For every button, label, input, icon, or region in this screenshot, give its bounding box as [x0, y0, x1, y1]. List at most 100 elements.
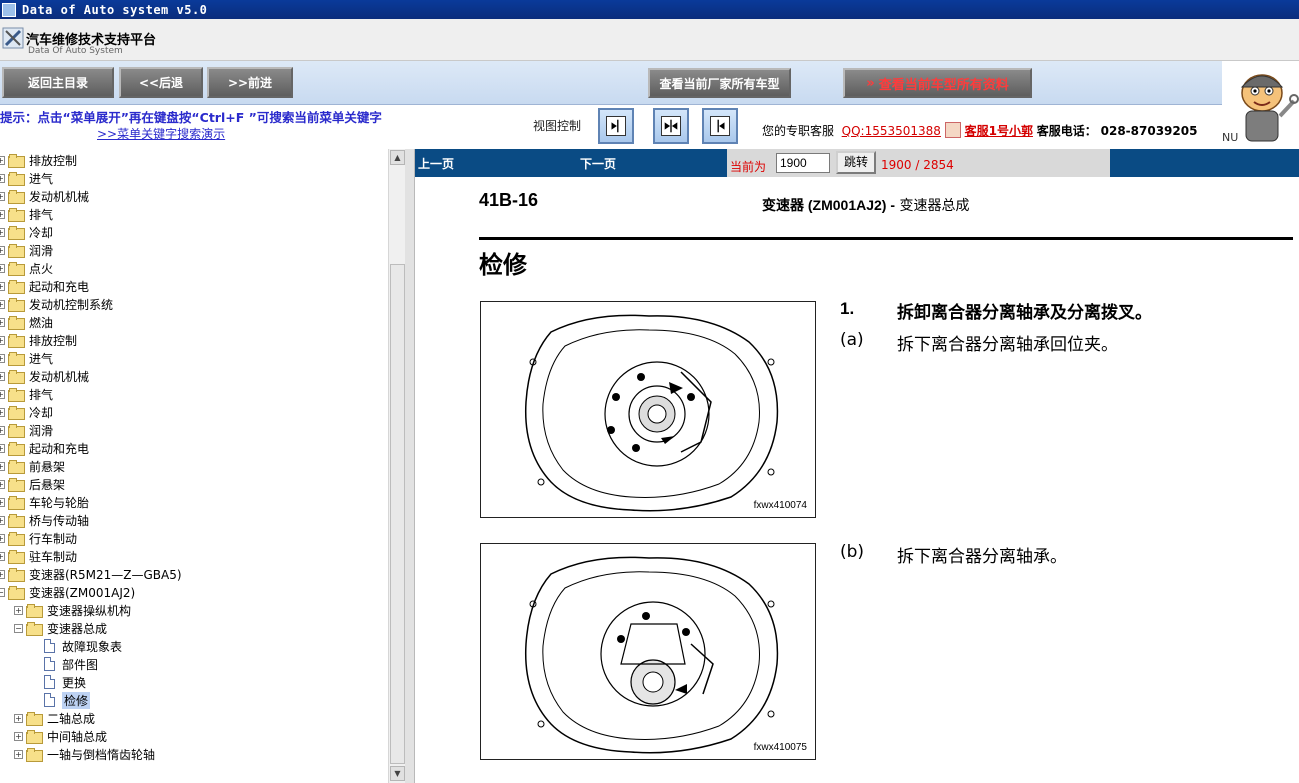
nav-toolbar: 返回主目录 <<后退 >>前进 查看当前厂家所有车型 » 查看当前车型所有资料 — [0, 61, 1222, 105]
expand-icon[interactable]: + — [0, 497, 5, 507]
page-number-input[interactable] — [776, 153, 830, 173]
expand-icon[interactable]: + — [0, 263, 5, 273]
expand-icon[interactable]: + — [0, 173, 5, 183]
qq-link[interactable]: QQ:1553501388 — [842, 124, 941, 138]
view-split-button[interactable] — [653, 108, 689, 144]
collapse-icon[interactable]: − — [0, 587, 5, 597]
tree-folder-item[interactable]: + 排放控制 — [0, 151, 77, 169]
window-title: Data of Auto system v5.0 — [22, 2, 208, 17]
expand-icon[interactable]: + — [14, 713, 23, 723]
tree-folder-item[interactable]: − 变速器(ZM001AJ2) — [0, 583, 135, 601]
prev-page-link[interactable]: 上一页 — [418, 155, 454, 172]
view-expand-right-button[interactable] — [598, 108, 634, 144]
tree-folder-item[interactable]: + 润滑 — [0, 241, 53, 259]
tree-folder-item[interactable]: + 二轴总成 — [14, 709, 95, 727]
expand-icon[interactable]: + — [14, 605, 23, 615]
expand-icon[interactable]: + — [0, 533, 5, 543]
tree-folder-item[interactable]: + 进气 — [0, 169, 53, 187]
step-b-number: (b) — [840, 542, 865, 562]
tree-folder-item[interactable]: + 发动机机械 — [0, 187, 89, 205]
collapse-icon[interactable]: − — [14, 623, 23, 633]
tree-folder-item[interactable]: + 排气 — [0, 205, 53, 223]
expand-icon[interactable]: + — [0, 209, 5, 219]
tree-folder-item[interactable]: + 进气 — [0, 349, 53, 367]
pane-splitter[interactable] — [405, 149, 415, 783]
tree-folder-item[interactable]: + 变速器操纵机构 — [14, 601, 131, 619]
forward-button[interactable]: >>前进 — [207, 67, 293, 98]
tree-folder-item[interactable]: + 排放控制 — [0, 331, 77, 349]
expand-icon[interactable]: + — [0, 371, 5, 381]
document-icon — [44, 639, 55, 653]
expand-icon[interactable]: + — [0, 425, 5, 435]
tree-leaf-item[interactable]: 检修 — [32, 691, 91, 709]
tree-folder-item[interactable]: + 起动和充电 — [0, 277, 89, 295]
tree-leaf-item[interactable]: 更换 — [32, 673, 86, 691]
tree-item-label: 一轴与倒档惰齿轮轴 — [47, 747, 156, 762]
expand-icon[interactable]: + — [0, 335, 5, 345]
tree-folder-item[interactable]: + 一轴与倒档惰齿轮轴 — [14, 745, 155, 763]
folder-icon — [8, 244, 25, 258]
scroll-thumb[interactable] — [390, 264, 405, 764]
expand-icon[interactable]: + — [0, 389, 5, 399]
tree-folder-item[interactable]: + 发动机机械 — [0, 367, 89, 385]
view-expand-left-button[interactable] — [702, 108, 738, 144]
tree-leaf-item[interactable]: 故障现象表 — [32, 637, 122, 655]
expand-icon[interactable]: + — [0, 551, 5, 561]
tree-item-label: 前悬架 — [29, 459, 66, 474]
expand-icon[interactable]: + — [0, 479, 5, 489]
service-agent-link[interactable]: 客服1号小郭 — [965, 124, 1033, 138]
tree-folder-item[interactable]: + 排气 — [0, 385, 53, 403]
tree-folder-item[interactable]: + 点火 — [0, 259, 53, 277]
expand-icon[interactable]: + — [14, 731, 23, 741]
folder-icon — [8, 352, 25, 366]
expand-icon[interactable]: + — [0, 515, 5, 525]
tree-folder-item[interactable]: + 发动机控制系统 — [0, 295, 113, 313]
folder-icon — [8, 406, 25, 420]
expand-icon[interactable]: + — [0, 227, 5, 237]
tree-folder-item[interactable]: + 前悬架 — [0, 457, 65, 475]
tip-bar: 提示：点击“菜单展开”再在键盘按“Ctrl+F ”可搜索当前菜单关键字 >>菜单… — [0, 105, 1222, 149]
expand-icon[interactable]: + — [14, 749, 23, 759]
next-page-link[interactable]: 下一页 — [580, 155, 616, 172]
expand-icon[interactable]: + — [0, 299, 5, 309]
tree-folder-item[interactable]: + 驻车制动 — [0, 547, 77, 565]
expand-icon[interactable]: + — [0, 353, 5, 363]
scroll-down-icon[interactable]: ▼ — [390, 766, 405, 781]
folder-icon — [8, 550, 25, 564]
back-button[interactable]: <<后退 — [119, 67, 203, 98]
qq-avatar-icon — [944, 122, 961, 138]
expand-icon[interactable]: + — [0, 155, 5, 165]
expand-icon[interactable]: + — [0, 245, 5, 255]
tree-folder-item[interactable]: + 冷却 — [0, 223, 53, 241]
folder-icon — [8, 316, 25, 330]
expand-icon[interactable]: + — [0, 191, 5, 201]
scroll-up-icon[interactable]: ▲ — [390, 150, 405, 165]
jump-button[interactable]: 跳转 — [836, 151, 876, 174]
tree-item-label: 润滑 — [29, 423, 54, 438]
expand-icon[interactable]: + — [0, 281, 5, 291]
double-chevron-icon: » — [866, 75, 875, 91]
tree-folder-item[interactable]: − 变速器总成 — [14, 619, 107, 637]
tree-scrollbar[interactable]: ▲ ▼ — [388, 149, 405, 783]
tree-folder-item[interactable]: + 行车制动 — [0, 529, 77, 547]
tree-folder-item[interactable]: + 润滑 — [0, 421, 53, 439]
tree-folder-item[interactable]: + 冷却 — [0, 403, 53, 421]
tree-leaf-item[interactable]: 部件图 — [32, 655, 98, 673]
expand-icon[interactable]: + — [0, 407, 5, 417]
expand-icon[interactable]: + — [0, 461, 5, 471]
tree-folder-item[interactable]: + 后悬架 — [0, 475, 65, 493]
tree-folder-item[interactable]: + 起动和充电 — [0, 439, 89, 457]
all-models-button[interactable]: 查看当前厂家所有车型 — [648, 68, 791, 98]
expand-icon[interactable]: + — [0, 569, 5, 579]
expand-icon[interactable]: + — [0, 443, 5, 453]
tree-folder-item[interactable]: + 变速器(R5M21—Z—GBA5) — [0, 565, 182, 583]
tree-folder-item[interactable]: + 中间轴总成 — [14, 727, 107, 745]
tree-folder-item[interactable]: + 燃油 — [0, 313, 53, 331]
home-button[interactable]: 返回主目录 — [2, 67, 114, 98]
tree-folder-item[interactable]: + 桥与传动轴 — [0, 511, 89, 529]
search-demo-link[interactable]: >>菜单关键字搜索演示 — [97, 125, 225, 142]
expand-icon[interactable]: + — [0, 317, 5, 327]
all-data-button[interactable]: » 查看当前车型所有资料 — [843, 68, 1032, 98]
tree-folder-item[interactable]: + 车轮与轮胎 — [0, 493, 89, 511]
tree-item-label: 更换 — [62, 675, 87, 690]
